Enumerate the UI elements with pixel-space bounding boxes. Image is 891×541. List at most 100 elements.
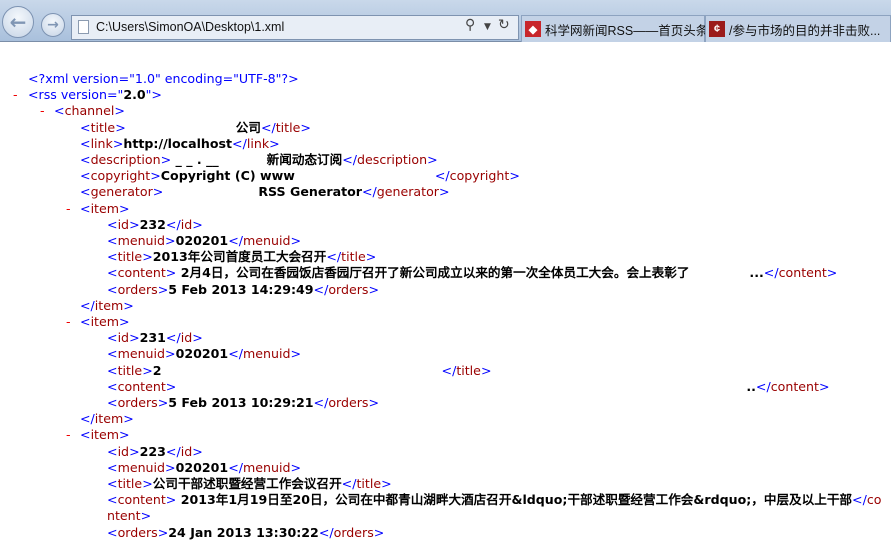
tag-value: 2013年公司首度员工大会召开 <box>152 249 327 265</box>
tag-name: id <box>180 443 193 459</box>
tag-name: title <box>275 119 301 135</box>
xml-line-id: <id>232</id> <box>0 217 891 233</box>
collapse-toggle[interactable]: - <box>66 201 71 217</box>
tag-bracket: < <box>107 281 118 297</box>
tag-bracket: > <box>157 281 169 297</box>
tag-bracket: > <box>142 362 153 378</box>
tag-value: 2013年1月19日至20日，公司在中都青山湖畔大酒店召开&ldquo;干部述职… <box>176 492 853 508</box>
tag-bracket: </ <box>80 297 95 313</box>
tag-bracket: </ <box>228 459 243 475</box>
redacted-gap <box>126 131 236 132</box>
collapse-toggle[interactable]: - <box>66 314 71 330</box>
tag-name: menuid <box>242 459 291 475</box>
tag-bracket: > <box>129 443 140 459</box>
tag-bracket: > <box>480 362 492 378</box>
tag-bracket: > <box>152 184 164 200</box>
tag-name: orders <box>328 395 369 411</box>
tag-bracket: > <box>192 443 203 459</box>
xml-line-orders: <orders>24 Jan 2013 13:30:22</orders> <box>0 525 891 541</box>
collapse-toggle[interactable]: - <box>66 427 71 443</box>
tag-bracket: > <box>119 427 130 443</box>
xml-line-menuid: <menuid>020201</menuid> <box>0 460 891 476</box>
tag-name: item <box>90 314 120 330</box>
tag-name: id <box>117 216 130 232</box>
tag-name: id <box>180 216 193 232</box>
tag-name: menuid <box>117 346 166 362</box>
tag-value: 020201 <box>175 233 229 249</box>
xml-line-content: <content> 2013年1月19日至20日，公司在中都青山湖畔大酒店召开&… <box>0 492 891 524</box>
xml-viewer: <?xml version="1.0" encoding="UTF-8"?> -… <box>0 71 891 541</box>
xml-line-menuid: <menuid>020201</menuid> <box>0 233 891 249</box>
address-bar[interactable]: C:\Users\SimonOA\Desktop\1.xml <box>71 15 519 40</box>
xml-line-item: - <item> <box>0 201 891 217</box>
tab-market[interactable]: ¢ /参与市场的目的并非击败... <box>705 15 891 42</box>
tag-bracket: < <box>107 233 118 249</box>
forward-button[interactable]: → <box>41 13 65 37</box>
tag-bracket: </ <box>441 362 457 378</box>
tag-bracket: > <box>119 314 130 330</box>
browser-toolbar: ← → C:\Users\SimonOA\Desktop\1.xml ⚲ ▼ ↻… <box>0 0 891 42</box>
tag-bracket: > <box>150 168 161 184</box>
tag-bracket: > <box>427 152 438 168</box>
tag-bracket: > <box>290 459 302 475</box>
tag-bracket: > <box>165 492 177 508</box>
tag-value: 232 <box>139 216 166 232</box>
tag-name: content <box>778 265 827 281</box>
tag-name: title <box>356 476 382 492</box>
tag-bracket: </ <box>165 330 181 346</box>
declaration-text: <?xml version="1.0" encoding="UTF-8"?> <box>28 71 299 86</box>
tag-bracket: > <box>123 297 134 313</box>
tab-label: 科学网新闻RSS——首页头条 <box>545 23 709 38</box>
tag-bracket: < <box>107 492 118 508</box>
tag-bracket: </ <box>228 346 243 362</box>
tag-bracket: > <box>165 346 176 362</box>
tag-value: .. <box>746 378 756 394</box>
tab-kexuewang[interactable]: ◆ 科学网新闻RSS——首页头条 <box>521 15 709 42</box>
tag-name: orders <box>117 281 158 297</box>
tag-bracket: < <box>80 427 91 443</box>
tag-value: 2 <box>152 362 162 378</box>
rss-open: - <rss version="2.0"> <box>0 87 891 103</box>
rss-tag-end: "> <box>145 87 162 103</box>
tag-name: menuid <box>117 233 166 249</box>
search-icon[interactable]: ⚲ <box>465 17 475 33</box>
xml-line-orders: <orders>5 Feb 2013 14:29:49</orders> <box>0 282 891 298</box>
tag-bracket: > <box>818 378 830 394</box>
collapse-toggle[interactable]: - <box>13 87 18 103</box>
tag-bracket: < <box>107 249 118 265</box>
tag-value: http://localhost <box>123 135 233 151</box>
collapse-toggle[interactable]: - <box>40 103 45 119</box>
rss-red-icon: ◆ <box>525 21 541 37</box>
page-icon <box>78 20 89 34</box>
tag-bracket: > <box>112 135 124 151</box>
tag-bracket: > <box>509 168 520 184</box>
arrow-right-icon: → <box>47 17 59 33</box>
tag-bracket: </ <box>313 395 329 411</box>
tag-bracket: </ <box>165 443 181 459</box>
tag-bracket: < <box>80 168 91 184</box>
tag-name: description <box>357 152 428 168</box>
redacted-gap <box>689 276 749 277</box>
tag-bracket: < <box>107 265 118 281</box>
xml-line-content: <content> ..</content> <box>0 379 891 395</box>
refresh-icon[interactable]: ↻ <box>498 17 510 33</box>
tag-name: title <box>117 476 143 492</box>
tag-bracket: < <box>80 200 91 216</box>
rss-version: 2.0 <box>123 87 146 103</box>
tag-bracket: > <box>119 200 130 216</box>
tag-bracket: < <box>107 330 118 346</box>
rss-tag: <rss version=" <box>28 87 124 103</box>
tag-name: content <box>117 492 166 508</box>
xml-line-item: </item> <box>0 298 891 314</box>
tag-value: 公司 <box>235 119 261 135</box>
tag-bracket: </ <box>755 378 771 394</box>
tag-value: 223 <box>139 443 166 459</box>
back-button[interactable]: ← <box>2 6 34 38</box>
address-input[interactable]: C:\Users\SimonOA\Desktop\1.xml <box>96 20 466 34</box>
tag-name: channel <box>64 103 115 119</box>
tag-bracket: < <box>107 459 118 475</box>
tag-bracket: > <box>123 411 134 427</box>
dropdown-chevron-icon[interactable]: ▼ <box>484 22 491 32</box>
arrow-left-icon: ← <box>9 10 27 34</box>
tag-name: id <box>117 443 130 459</box>
